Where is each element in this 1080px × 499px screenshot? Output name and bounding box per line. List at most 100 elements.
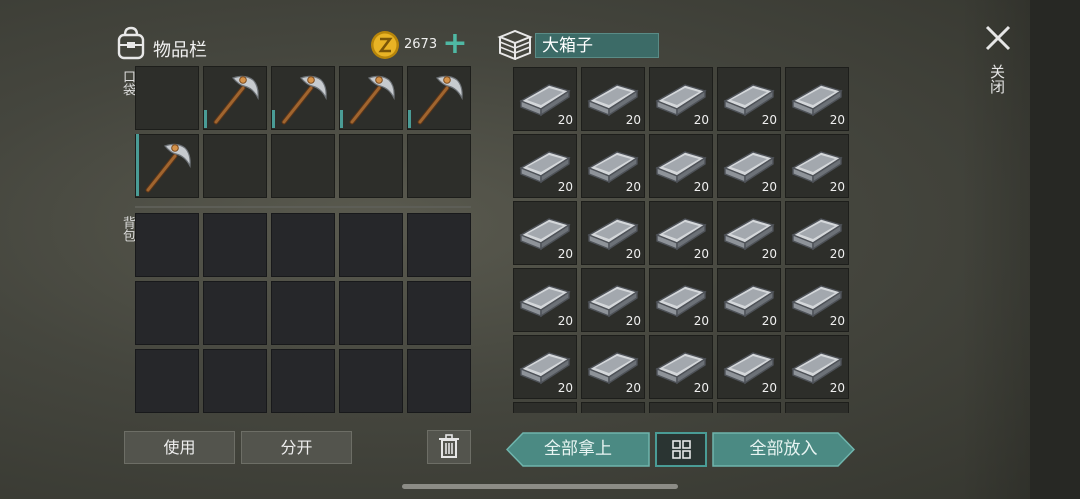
chest-grid[interactable]: 20 20 20 20 20 20 20 20 20 20 20 20 20 20 20 20 20 20 20 20… [513,66,849,413]
pocket-slot[interactable] [271,66,335,130]
pocket-slot[interactable] [203,66,267,130]
chest-slot[interactable]: 20 [717,201,781,265]
section-divider [135,206,471,208]
chest-slot[interactable]: 20 [717,67,781,131]
chest-slot[interactable]: 20 [785,402,849,413]
item-quantity: 20 [829,247,845,261]
inventory-title: 物品栏 [153,40,207,61]
chest-slot[interactable]: 20 [649,268,713,332]
trash-button[interactable] [427,430,471,464]
backpack-slot[interactable] [135,281,199,345]
use-button[interactable]: 使用 [124,431,235,464]
close-icon[interactable] [982,22,1014,54]
backpack-slot[interactable] [407,281,471,345]
chest-slot[interactable]: 20 [513,67,577,131]
item-quantity: 20 [829,314,845,328]
backpack-slot[interactable] [135,349,199,413]
item-quantity: 20 [625,113,641,127]
chest-slot[interactable]: 20 [785,268,849,332]
item-quantity: 20 [625,381,641,395]
chest-slot[interactable]: 20 [717,402,781,413]
item-quantity: 20 [557,247,573,261]
item-quantity: 20 [557,381,573,395]
chest-slot[interactable]: 20 [513,268,577,332]
take-all-button[interactable]: 全部拿上 [505,432,650,467]
home-indicator[interactable] [402,484,678,489]
backpack-slot[interactable] [407,213,471,277]
pocket-slot[interactable] [271,134,335,198]
pocket-slot[interactable] [135,134,199,198]
item-quantity: 20 [693,381,709,395]
chest-slot[interactable]: 20 [581,335,645,399]
pickaxe-icon [145,143,191,193]
item-quantity: 20 [761,381,777,395]
backpack-slot[interactable] [407,349,471,413]
put-all-button[interactable]: 全部放入 [712,432,856,467]
backpack-slot[interactable] [339,213,403,277]
item-quantity: 20 [761,314,777,328]
iron-ingot-icon [649,402,713,413]
close-label[interactable]: 关闭 [987,64,1008,94]
sort-grid-button[interactable] [655,432,707,467]
pickaxe-icon [417,75,463,125]
chest-slot[interactable]: 20 [649,402,713,413]
backpack-slot[interactable] [271,349,335,413]
backpack-slot[interactable] [203,213,267,277]
item-quantity: 20 [557,314,573,328]
right-edge-strip [1030,0,1080,499]
backpack-slot[interactable] [203,281,267,345]
chest-slot[interactable]: 20 [717,134,781,198]
chest-slot[interactable]: 20 [581,402,645,413]
backpack-slot[interactable] [135,213,199,277]
item-quantity: 20 [557,113,573,127]
iron-ingot-icon [581,402,645,413]
chest-slot[interactable]: 20 [785,67,849,131]
item-quantity: 20 [557,180,573,194]
grid-icon [672,440,691,459]
pickaxe-icon [281,75,327,125]
pickaxe-icon [349,75,395,125]
item-quantity: 20 [761,180,777,194]
split-button[interactable]: 分开 [241,431,352,464]
chest-slot[interactable]: 20 [581,268,645,332]
item-quantity: 20 [761,113,777,127]
item-quantity: 20 [761,247,777,261]
chest-slot[interactable]: 20 [513,201,577,265]
chest-slot[interactable]: 20 [513,402,577,413]
backpack-slot[interactable] [339,349,403,413]
chest-slot[interactable]: 20 [785,134,849,198]
chest-slot[interactable]: 20 [717,335,781,399]
chest-slot[interactable]: 20 [649,335,713,399]
chest-slot[interactable]: 20 [649,201,713,265]
iron-ingot-icon [717,402,781,413]
chest-slot[interactable]: 20 [785,201,849,265]
chest-slot[interactable]: 20 [581,134,645,198]
chest-slot[interactable]: 20 [581,201,645,265]
put-all-label: 全部放入 [749,439,818,459]
pocket-slot[interactable] [339,66,403,130]
chest-slot[interactable]: 20 [717,268,781,332]
chest-slot[interactable]: 20 [649,67,713,131]
iron-ingot-icon [785,402,849,413]
item-quantity: 20 [693,180,709,194]
chest-icon [497,29,533,60]
backpack-slot[interactable] [339,281,403,345]
pocket-slot[interactable] [407,66,471,130]
item-quantity: 20 [625,180,641,194]
take-all-label: 全部拿上 [544,439,612,459]
chest-name-field[interactable]: 大箱子 [535,33,659,58]
pocket-slot[interactable] [407,134,471,198]
backpack-slot[interactable] [271,281,335,345]
pocket-slot[interactable] [339,134,403,198]
iron-ingot-icon [513,402,577,413]
chest-slot[interactable]: 20 [649,134,713,198]
pocket-slot[interactable] [135,66,199,130]
chest-slot[interactable]: 20 [513,134,577,198]
add-coins-button[interactable]: + [440,28,470,60]
backpack-slot[interactable] [203,349,267,413]
chest-slot[interactable]: 20 [785,335,849,399]
pocket-slot[interactable] [203,134,267,198]
backpack-slot[interactable] [271,213,335,277]
chest-slot[interactable]: 20 [513,335,577,399]
chest-slot[interactable]: 20 [581,67,645,131]
